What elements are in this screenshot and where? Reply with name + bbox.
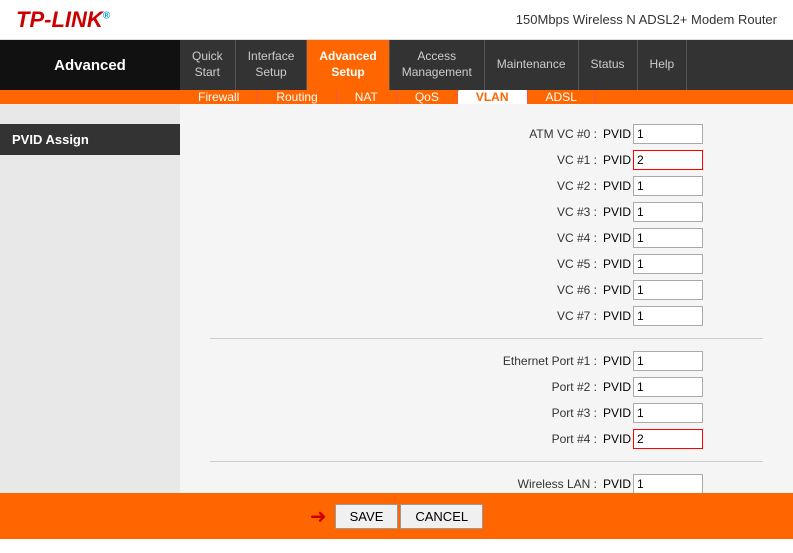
nav-item-access-management[interactable]: AccessManagement <box>390 40 485 90</box>
input-atm-vc7[interactable] <box>633 306 703 326</box>
nav-item-help[interactable]: Help <box>638 40 688 90</box>
input-atm-vc3[interactable] <box>633 202 703 222</box>
form-row-wireless-lan: Wireless LAN : PVID <box>210 474 763 493</box>
sub-nav-vlan[interactable]: VLAN <box>458 90 528 104</box>
pvid-label-atm-vc5: PVID <box>603 257 631 271</box>
main-content: ATM VC #0 : PVID VC #1 : PVID VC #2 : PV… <box>180 104 793 493</box>
sub-nav-adsl[interactable]: ADSL <box>528 90 596 104</box>
form-row-atm-vc7: VC #7 : PVID <box>210 306 763 326</box>
pvid-label-wireless-lan: PVID <box>603 477 631 491</box>
form-row-atm-vc5: VC #5 : PVID <box>210 254 763 274</box>
pvid-label-eth-port3: PVID <box>603 406 631 420</box>
pvid-label-eth-port4: PVID <box>603 432 631 446</box>
pvid-label-atm-vc2: PVID <box>603 179 631 193</box>
pvid-label-eth-port1: PVID <box>603 354 631 368</box>
pvid-label-atm-vc0: PVID <box>603 127 631 141</box>
pvid-label-atm-vc3: PVID <box>603 205 631 219</box>
input-eth-port3[interactable] <box>633 403 703 423</box>
label-atm-vc5: VC #5 : <box>477 257 597 271</box>
nav-item-maintenance[interactable]: Maintenance <box>485 40 579 90</box>
cancel-button[interactable]: CANCEL <box>400 504 483 529</box>
sub-nav-routing[interactable]: Routing <box>258 90 336 104</box>
input-eth-port1[interactable] <box>633 351 703 371</box>
label-atm-vc3: VC #3 : <box>477 205 597 219</box>
form-row-atm-vc1: VC #1 : PVID <box>210 150 763 170</box>
nav-items: QuickStart InterfaceSetup AdvancedSetup … <box>180 40 793 90</box>
pvid-label-atm-vc1: PVID <box>603 153 631 167</box>
pvid-label-atm-vc7: PVID <box>603 309 631 323</box>
pvid-label-eth-port2: PVID <box>603 380 631 394</box>
form-row-atm-vc3: VC #3 : PVID <box>210 202 763 222</box>
divider-1 <box>210 338 763 339</box>
wireless-section: Wireless LAN : PVID <box>210 474 763 493</box>
header: TP-LINK® 150Mbps Wireless N ADSL2+ Modem… <box>0 0 793 40</box>
nav-bar: Advanced QuickStart InterfaceSetup Advan… <box>0 40 793 90</box>
label-atm-vc1: VC #1 : <box>477 153 597 167</box>
label-eth-port4: Port #4 : <box>477 432 597 446</box>
input-atm-vc6[interactable] <box>633 280 703 300</box>
nav-advanced-label: Advanced <box>0 40 180 90</box>
input-atm-vc5[interactable] <box>633 254 703 274</box>
nav-item-advanced-setup[interactable]: AdvancedSetup <box>307 40 389 90</box>
logo: TP-LINK® <box>16 7 110 33</box>
sidebar: PVID Assign <box>0 104 180 493</box>
label-atm-vc0: ATM VC #0 : <box>477 127 597 141</box>
nav-item-quick-start[interactable]: QuickStart <box>180 40 236 90</box>
form-row-atm-vc2: VC #2 : PVID <box>210 176 763 196</box>
label-eth-port1: Ethernet Port #1 : <box>477 354 597 368</box>
form-row-eth-port2: Port #2 : PVID <box>210 377 763 397</box>
label-atm-vc7: VC #7 : <box>477 309 597 323</box>
label-eth-port2: Port #2 : <box>477 380 597 394</box>
input-eth-port2[interactable] <box>633 377 703 397</box>
pvid-label-atm-vc4: PVID <box>603 231 631 245</box>
device-title: 150Mbps Wireless N ADSL2+ Modem Router <box>516 12 777 27</box>
pvid-label-atm-vc6: PVID <box>603 283 631 297</box>
label-atm-vc4: VC #4 : <box>477 231 597 245</box>
sidebar-section-pvid: PVID Assign <box>0 124 180 155</box>
input-atm-vc2[interactable] <box>633 176 703 196</box>
sub-nav-firewall[interactable]: Firewall <box>180 90 258 104</box>
label-atm-vc2: VC #2 : <box>477 179 597 193</box>
input-atm-vc4[interactable] <box>633 228 703 248</box>
atm-section: ATM VC #0 : PVID VC #1 : PVID VC #2 : PV… <box>210 124 763 326</box>
footer: ➜ SAVE CANCEL <box>0 493 793 539</box>
form-row-atm-vc0: ATM VC #0 : PVID <box>210 124 763 144</box>
nav-item-status[interactable]: Status <box>579 40 638 90</box>
save-button[interactable]: SAVE <box>335 504 399 529</box>
content-area: PVID Assign ATM VC #0 : PVID VC #1 : PVI… <box>0 104 793 493</box>
sub-nav-qos[interactable]: QoS <box>397 90 458 104</box>
form-row-eth-port1: Ethernet Port #1 : PVID <box>210 351 763 371</box>
input-atm-vc0[interactable] <box>633 124 703 144</box>
form-row-eth-port3: Port #3 : PVID <box>210 403 763 423</box>
ethernet-section: Ethernet Port #1 : PVID Port #2 : PVID P… <box>210 351 763 449</box>
form-row-atm-vc4: VC #4 : PVID <box>210 228 763 248</box>
label-atm-vc6: VC #6 : <box>477 283 597 297</box>
form-row-eth-port4: Port #4 : PVID <box>210 429 763 449</box>
input-wireless-lan[interactable] <box>633 474 703 493</box>
divider-2 <box>210 461 763 462</box>
input-eth-port4[interactable] <box>633 429 703 449</box>
form-row-atm-vc6: VC #6 : PVID <box>210 280 763 300</box>
arrow-icon: ➜ <box>310 504 327 529</box>
sub-nav-nat[interactable]: NAT <box>337 90 397 104</box>
input-atm-vc1[interactable] <box>633 150 703 170</box>
label-wireless-lan: Wireless LAN : <box>477 477 597 491</box>
label-eth-port3: Port #3 : <box>477 406 597 420</box>
nav-item-interface-setup[interactable]: InterfaceSetup <box>236 40 308 90</box>
